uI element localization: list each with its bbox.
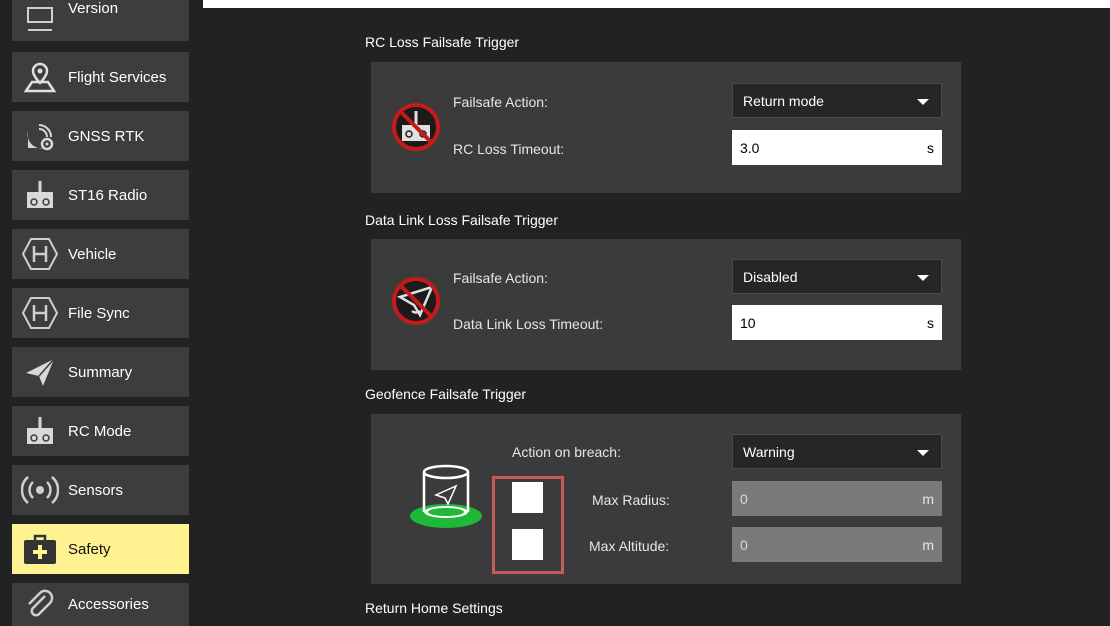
- geofence-cylinder-icon: [408, 462, 484, 535]
- geofence-action-label: Action on breach:: [512, 444, 621, 460]
- sidebar-item-rc-mode[interactable]: RC Mode: [12, 406, 189, 456]
- sidebar-item-sensors[interactable]: Sensors: [12, 465, 189, 515]
- sidebar-item-vehicle[interactable]: Vehicle: [12, 229, 189, 279]
- unit-label: m: [922, 537, 934, 553]
- sidebar-item-flight-services[interactable]: Flight Services: [12, 52, 189, 102]
- dropdown-value: Warning: [743, 443, 795, 460]
- unit-label: s: [927, 315, 934, 331]
- input-value: 0: [740, 536, 748, 553]
- return-home-title: Return Home Settings: [365, 600, 503, 616]
- rc-loss-timeout-label: RC Loss Timeout:: [453, 141, 565, 157]
- hexagon-h-icon: [12, 229, 68, 279]
- rc-loss-title: RC Loss Failsafe Trigger: [365, 34, 520, 50]
- sidebar-item-safety[interactable]: Safety: [12, 524, 189, 574]
- hexagon-h-icon: [12, 288, 68, 338]
- dropdown-value: Disabled: [743, 268, 798, 285]
- unit-label: s: [927, 140, 934, 156]
- datalink-loss-timeout-input[interactable]: 10 s: [732, 305, 942, 340]
- sidebar-item-label: RC Mode: [68, 422, 132, 440]
- radio-controller-icon: [12, 170, 68, 220]
- sidebar-item-label: Vehicle: [68, 245, 117, 263]
- sidebar-item-label: GNSS RTK: [68, 127, 145, 145]
- rc-failsafe-action-label: Failsafe Action:: [453, 94, 548, 110]
- sidebar-item-summary[interactable]: Summary: [12, 347, 189, 397]
- max-altitude-label: Max Altitude:: [589, 538, 670, 554]
- no-datalink-icon: [390, 275, 442, 332]
- geofence-title: Geofence Failsafe Trigger: [365, 386, 527, 402]
- sidebar-item-label: Summary: [68, 363, 133, 381]
- sidebar-item-label: ST16 Radio: [68, 186, 148, 204]
- chevron-down-icon: [917, 450, 929, 456]
- sidebar-item-file-sync[interactable]: File Sync: [12, 288, 189, 338]
- rc-loss-panel: [371, 62, 961, 193]
- dropdown-value: Return mode: [743, 92, 824, 109]
- sidebar-item-version[interactable]: Version: [12, 0, 189, 41]
- datalink-loss-title: Data Link Loss Failsafe Trigger: [365, 212, 558, 228]
- rc-loss-timeout-input[interactable]: 3.0 s: [732, 130, 942, 165]
- sidebar-item-label: Safety: [68, 540, 111, 558]
- sidebar: Version Flight Services GNSS RTK ST16 Ra…: [0, 0, 203, 626]
- paper-plane-icon: [12, 347, 68, 397]
- input-value: 10: [740, 314, 756, 331]
- radio-controller-icon: [12, 406, 68, 456]
- rc-failsafe-action-dropdown[interactable]: Return mode: [732, 83, 942, 118]
- sidebar-item-gnss-rtk[interactable]: GNSS RTK: [12, 111, 189, 161]
- chevron-down-icon: [917, 99, 929, 105]
- geofence-action-dropdown[interactable]: Warning: [732, 434, 942, 469]
- broadcast-icon: [12, 465, 68, 515]
- first-aid-kit-icon: [12, 524, 68, 574]
- max-radius-label: Max Radius:: [592, 492, 670, 508]
- datalink-loss-timeout-label: Data Link Loss Timeout:: [453, 316, 604, 332]
- datalink-failsafe-action-label: Failsafe Action:: [453, 270, 548, 286]
- max-altitude-input[interactable]: 0 m: [732, 527, 942, 562]
- chevron-down-icon: [917, 275, 929, 281]
- datalink-failsafe-action-dropdown[interactable]: Disabled: [732, 259, 942, 294]
- unit-label: m: [922, 491, 934, 507]
- sidebar-item-label: File Sync: [68, 304, 130, 322]
- map-pin-icon: [12, 52, 68, 102]
- max-radius-checkbox[interactable]: [512, 482, 543, 513]
- input-value: 3.0: [740, 139, 760, 156]
- max-radius-input[interactable]: 0 m: [732, 481, 942, 516]
- max-altitude-checkbox[interactable]: [512, 529, 543, 560]
- paperclip-icon: [12, 583, 68, 626]
- sidebar-item-label: Flight Services: [68, 68, 167, 86]
- sidebar-item-label: Accessories: [68, 596, 149, 613]
- satellite-gear-icon: [12, 111, 68, 161]
- sidebar-item-label: Sensors: [68, 481, 124, 499]
- sidebar-item-label: Version: [68, 0, 119, 17]
- input-value: 0: [740, 490, 748, 507]
- sidebar-item-st16-radio[interactable]: ST16 Radio: [12, 170, 189, 220]
- no-radio-icon: [390, 101, 442, 158]
- sidebar-item-accessories[interactable]: Accessories: [12, 583, 189, 626]
- monitor-icon: [12, 0, 68, 41]
